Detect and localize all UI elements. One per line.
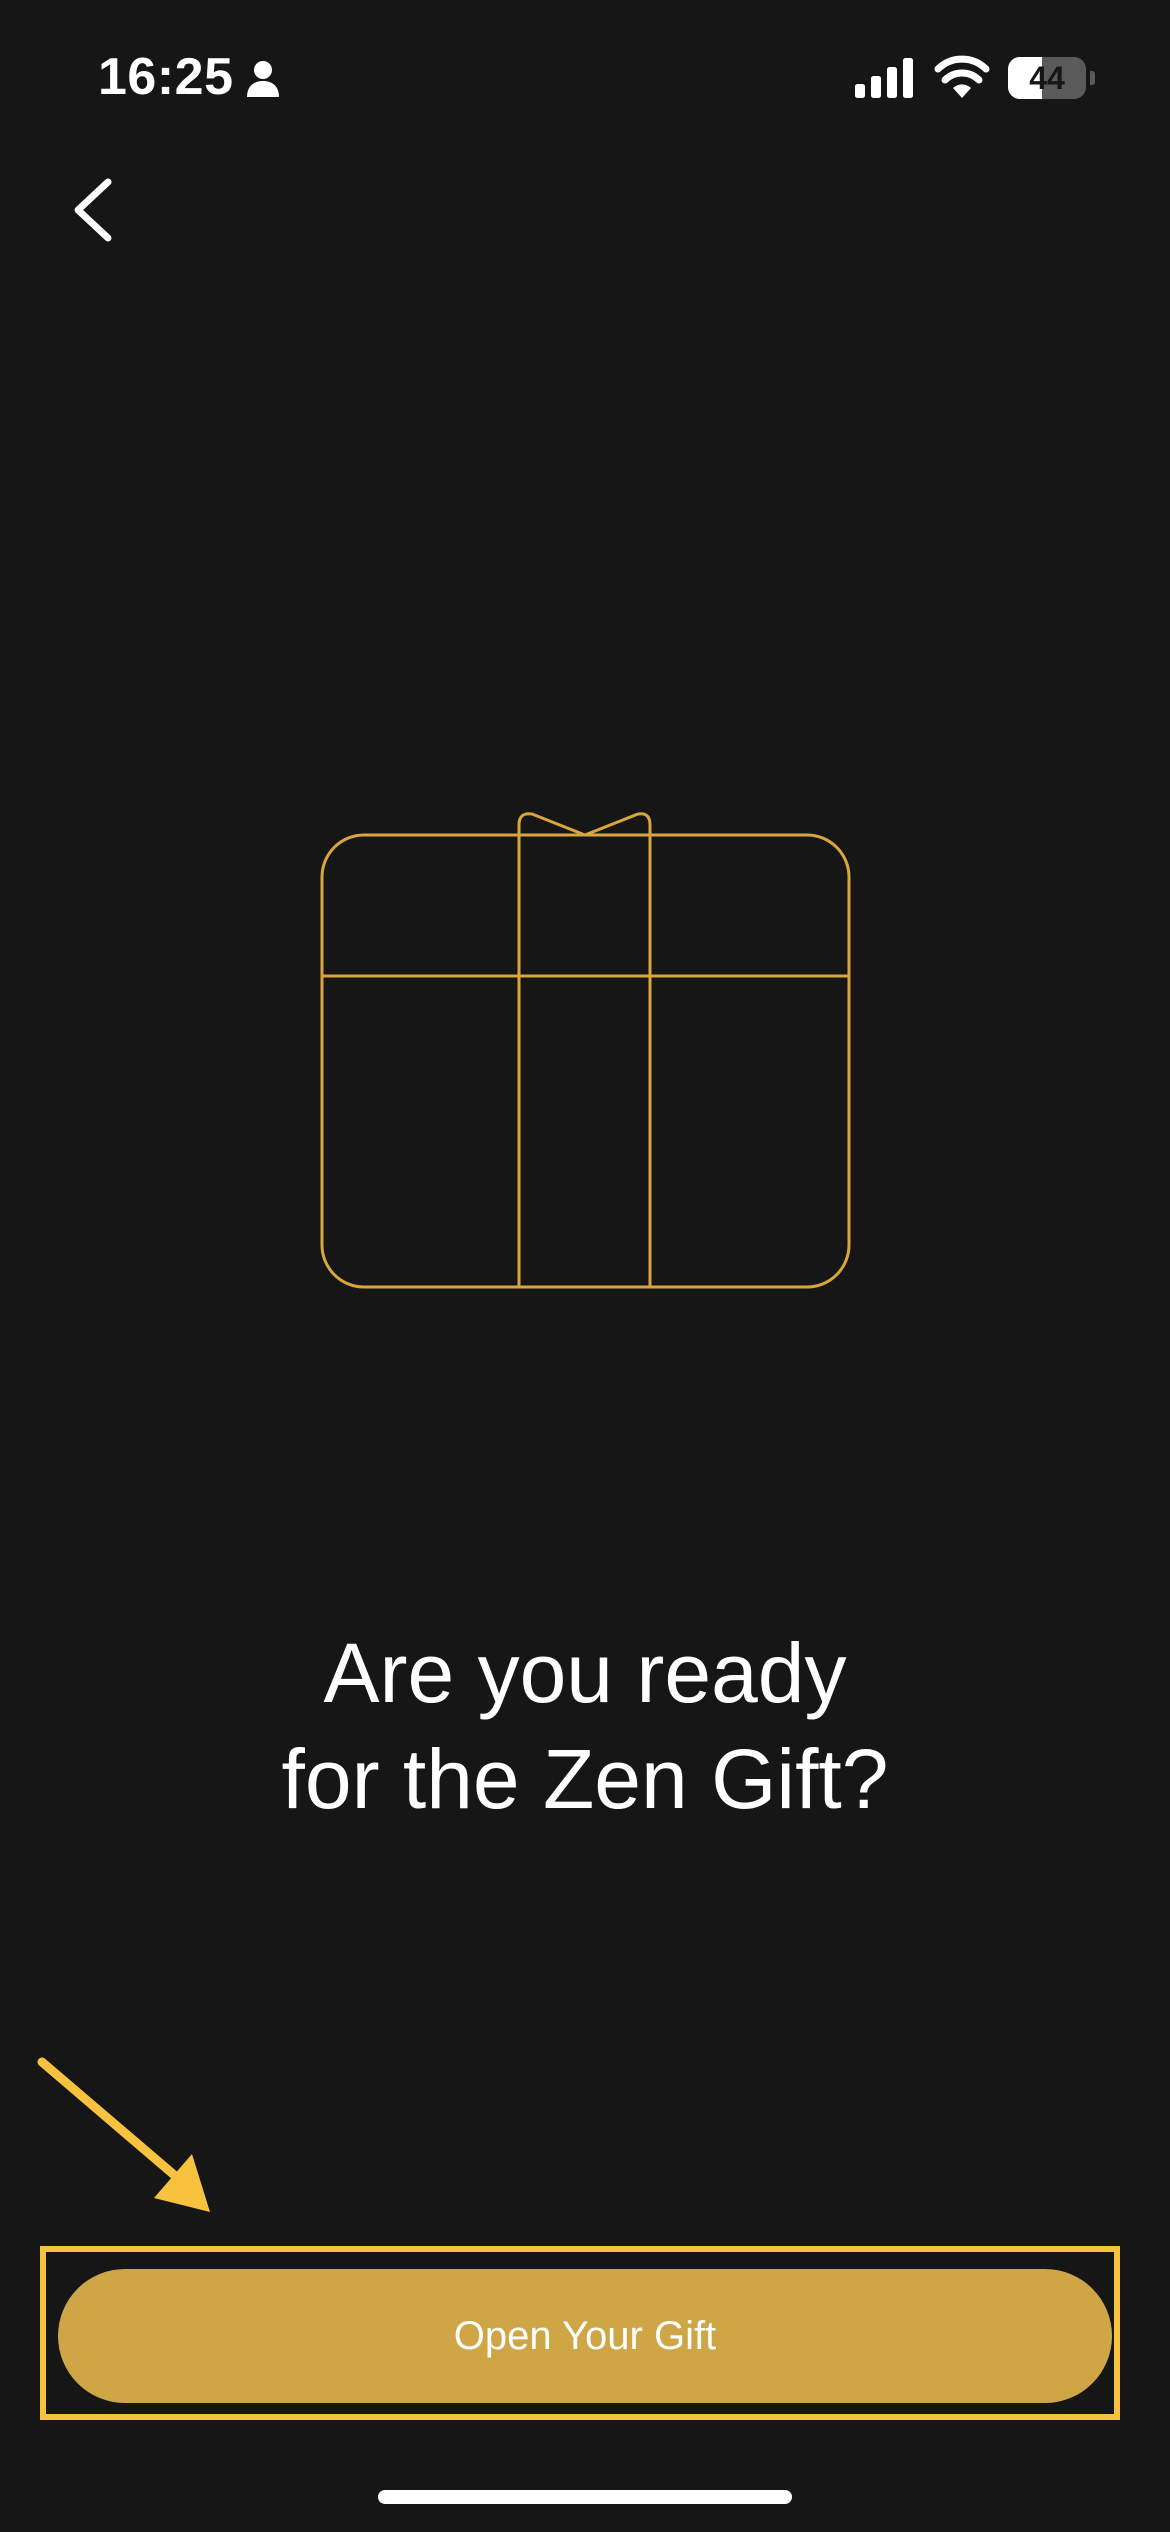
- home-indicator: [378, 2490, 792, 2504]
- signal-icon: [855, 58, 913, 98]
- status-time: 16:25: [98, 48, 234, 106]
- battery-icon: 44: [1008, 57, 1095, 99]
- headline-line-1: Are you ready: [323, 1626, 847, 1720]
- gift-icon: [320, 812, 851, 1289]
- page-title: Are you ready for the Zen Gift?: [0, 1620, 1170, 1832]
- gift-box-outline: [320, 833, 851, 1289]
- arrow-annotation-icon: [37, 2057, 210, 2212]
- status-bar: 16:25 44: [0, 0, 1170, 150]
- person-icon: [247, 61, 279, 97]
- wifi-icon: [934, 55, 990, 98]
- battery-body: 44: [1008, 57, 1086, 99]
- headline-line-2: for the Zen Gift?: [281, 1732, 889, 1826]
- battery-level: 44: [1029, 60, 1065, 96]
- battery-tip: [1090, 71, 1095, 85]
- gift-ribbon: [517, 812, 652, 1289]
- chevron-left-icon[interactable]: [60, 170, 130, 250]
- open-gift-button[interactable]: Open Your Gift: [58, 2269, 1112, 2403]
